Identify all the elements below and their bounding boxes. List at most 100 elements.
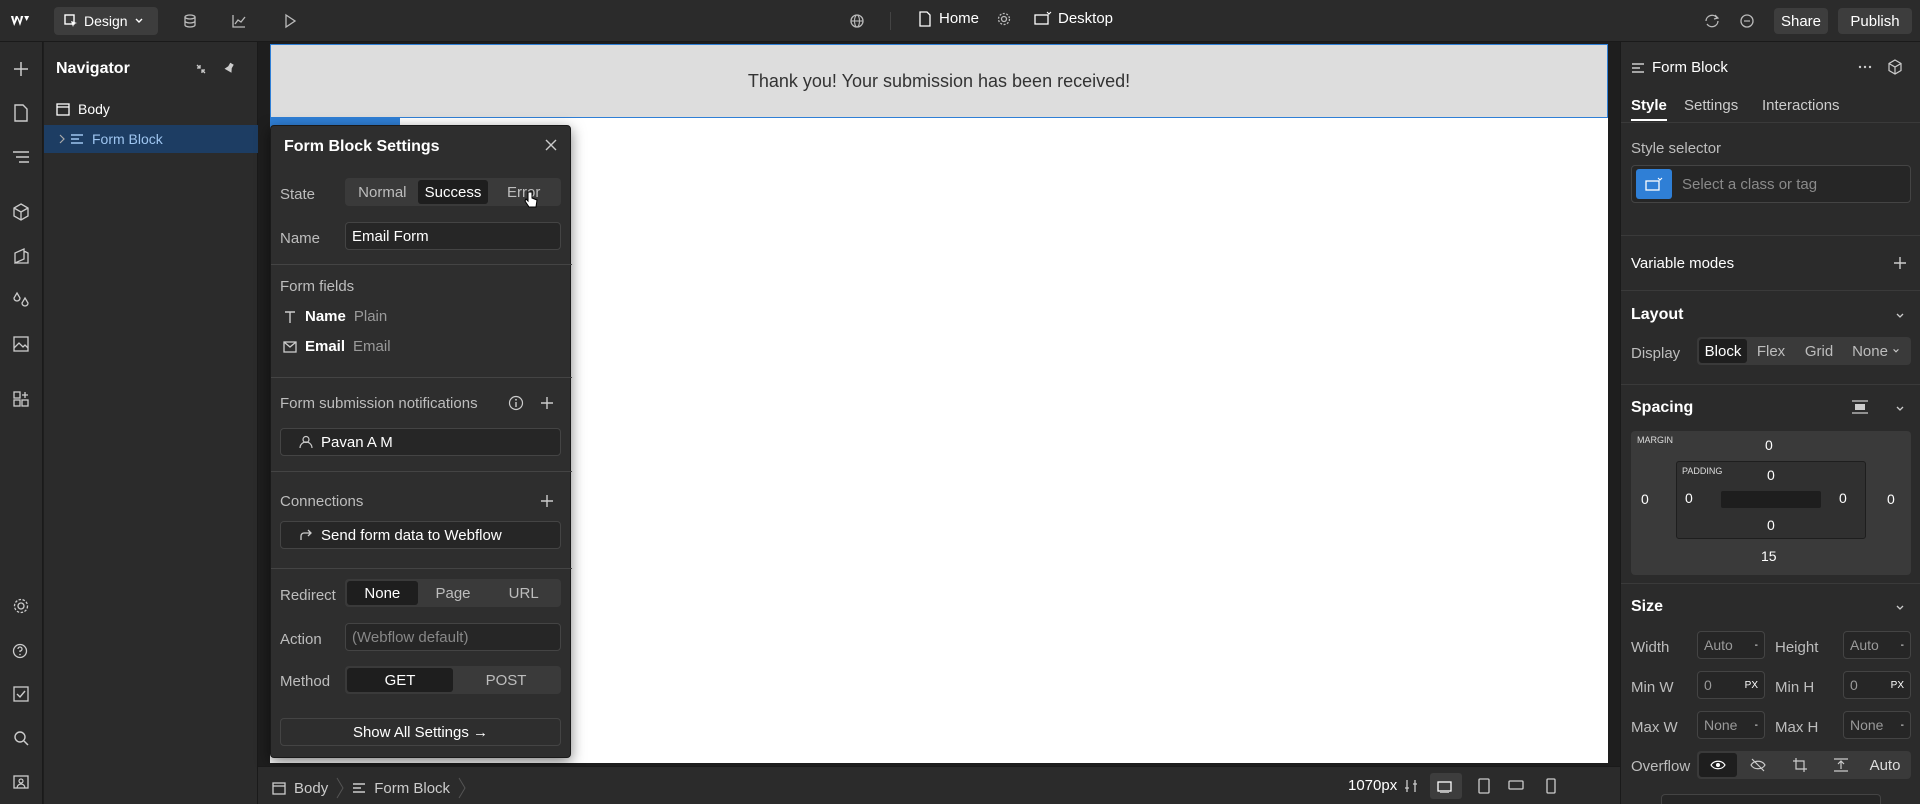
margin-left[interactable]: 0 — [1641, 491, 1649, 507]
user-icon — [299, 435, 313, 449]
more-options-icon[interactable] — [1857, 60, 1873, 74]
webflow-logo-icon[interactable] — [10, 11, 30, 31]
more-size-options-button[interactable] — [1661, 794, 1881, 804]
padding-left[interactable]: 0 — [1685, 490, 1693, 506]
mode-dropdown[interactable]: Design — [54, 7, 158, 35]
height-input[interactable]: Auto - — [1843, 631, 1911, 659]
overflow-clip-option[interactable] — [1821, 757, 1861, 773]
page-switcher[interactable]: Home — [918, 10, 1012, 27]
layout-section-title[interactable]: Layout — [1631, 306, 1683, 324]
preview-play-icon[interactable] — [280, 11, 300, 31]
method-option-get[interactable]: GET — [347, 668, 453, 692]
component-cube-icon[interactable] — [1887, 59, 1903, 75]
settings-icon[interactable] — [10, 595, 32, 617]
width-input[interactable]: Auto - — [1697, 631, 1765, 659]
sync-icon[interactable] — [1702, 11, 1722, 31]
display-option-block[interactable]: Block — [1699, 339, 1747, 363]
overflow-visible-option[interactable] — [1699, 753, 1737, 777]
element-tag-chip[interactable] — [1636, 169, 1672, 199]
mode-label: Design — [84, 13, 128, 29]
analytics-icon[interactable] — [229, 11, 249, 31]
navigator-item-body[interactable]: Body — [44, 95, 258, 123]
collapse-icon[interactable] — [194, 62, 208, 76]
min-height-input[interactable]: 0 PX — [1843, 671, 1911, 699]
navigator-item-form-block[interactable]: Form Block — [44, 125, 258, 153]
form-field-name[interactable]: Name Plain — [283, 308, 387, 325]
tablet-breakpoint-icon[interactable] — [1478, 778, 1490, 794]
max-width-input[interactable]: None - — [1697, 711, 1765, 739]
search-icon[interactable] — [10, 727, 32, 749]
padding-box[interactable]: PADDING 0 0 0 0 — [1676, 461, 1866, 539]
pin-icon[interactable] — [222, 61, 236, 77]
add-notification-icon[interactable] — [539, 395, 555, 411]
form-name-input[interactable]: Email Form — [345, 222, 561, 250]
apps-icon[interactable] — [10, 388, 32, 410]
notification-recipient[interactable]: Pavan A M — [280, 428, 561, 456]
margin-bottom[interactable]: 15 — [1761, 548, 1777, 564]
tab-settings[interactable]: Settings — [1684, 97, 1738, 114]
spacing-preset-icon[interactable] — [1851, 399, 1869, 415]
action-input[interactable]: (Webflow default) — [345, 623, 561, 651]
breadcrumb-item-body[interactable]: Body — [272, 780, 328, 797]
method-option-post[interactable]: POST — [453, 668, 559, 692]
padding-bottom[interactable]: 0 — [1767, 517, 1775, 533]
tab-interactions[interactable]: Interactions — [1762, 97, 1840, 114]
redirect-option-page[interactable]: Page — [418, 581, 489, 605]
margin-top[interactable]: 0 — [1765, 437, 1773, 453]
min-width-input[interactable]: 0 PX — [1697, 671, 1765, 699]
mobile-portrait-icon[interactable] — [1546, 778, 1556, 794]
display-option-flex[interactable]: Flex — [1747, 339, 1795, 363]
cms-database-icon[interactable] — [180, 11, 200, 31]
info-icon[interactable] — [508, 395, 524, 411]
variables-drop-icon[interactable] — [10, 289, 32, 311]
mobile-landscape-icon[interactable] — [1508, 779, 1524, 791]
add-icon[interactable] — [10, 58, 32, 80]
video-tutorials-icon[interactable] — [10, 771, 32, 793]
close-icon[interactable] — [544, 138, 558, 152]
publish-button[interactable]: Publish — [1838, 8, 1912, 34]
style-guide-icon[interactable] — [10, 245, 32, 267]
overflow-scroll-option[interactable] — [1779, 757, 1821, 773]
redirect-option-url[interactable]: URL — [488, 581, 559, 605]
connection-item[interactable]: Send form data to Webflow — [280, 521, 561, 549]
overflow-auto-option[interactable]: Auto — [1861, 757, 1909, 774]
state-option-success[interactable]: Success — [417, 180, 489, 204]
size-section-title[interactable]: Size — [1631, 598, 1663, 616]
globe-icon[interactable] — [847, 11, 867, 31]
tab-style[interactable]: Style — [1631, 97, 1667, 114]
chevron-down-icon[interactable] — [1895, 311, 1905, 321]
padding-top[interactable]: 0 — [1767, 467, 1775, 483]
chevron-down-icon[interactable] — [1895, 603, 1905, 613]
redirect-option-none[interactable]: None — [347, 581, 418, 605]
chevron-right-icon[interactable] — [58, 134, 66, 144]
navigator-icon[interactable] — [10, 146, 32, 168]
breadcrumb-item-form-block[interactable]: Form Block — [352, 780, 450, 797]
max-height-input[interactable]: None - — [1843, 711, 1911, 739]
add-connection-icon[interactable] — [539, 493, 555, 509]
show-all-settings-button[interactable]: Show All Settings → — [280, 718, 561, 746]
gear-icon[interactable] — [996, 11, 1012, 27]
pages-icon[interactable] — [10, 102, 32, 124]
display-option-none-dropdown[interactable]: None — [1843, 339, 1909, 363]
display-option-grid[interactable]: Grid — [1795, 339, 1843, 363]
style-selector-input[interactable]: Select a class or tag — [1631, 165, 1911, 203]
components-icon[interactable] — [10, 201, 32, 223]
add-variable-mode-icon[interactable] — [1893, 256, 1907, 270]
help-icon[interactable] — [10, 639, 32, 661]
form-field-email[interactable]: Email Email — [283, 338, 391, 355]
desktop-breakpoint-button[interactable] — [1430, 773, 1462, 799]
margin-right[interactable]: 0 — [1887, 491, 1895, 507]
overflow-hidden-option[interactable] — [1737, 758, 1779, 772]
margin-box[interactable]: MARGIN 0 0 15 0 PADDING 0 0 0 0 — [1631, 431, 1911, 575]
share-button[interactable]: Share — [1774, 8, 1828, 34]
spacing-section-title[interactable]: Spacing — [1631, 399, 1693, 417]
audit-checkbox-icon[interactable] — [10, 683, 32, 705]
padding-right[interactable]: 0 — [1839, 490, 1847, 506]
chevron-down-icon[interactable] — [1895, 404, 1905, 414]
comment-icon[interactable] — [1737, 11, 1757, 31]
assets-image-icon[interactable] — [10, 333, 32, 355]
breakpoint-switcher[interactable]: Desktop — [1034, 10, 1113, 27]
state-option-normal[interactable]: Normal — [347, 180, 418, 204]
width-adjust-icon[interactable] — [1403, 778, 1419, 794]
form-success-message[interactable]: Thank you! Your submission has been rece… — [270, 44, 1608, 118]
